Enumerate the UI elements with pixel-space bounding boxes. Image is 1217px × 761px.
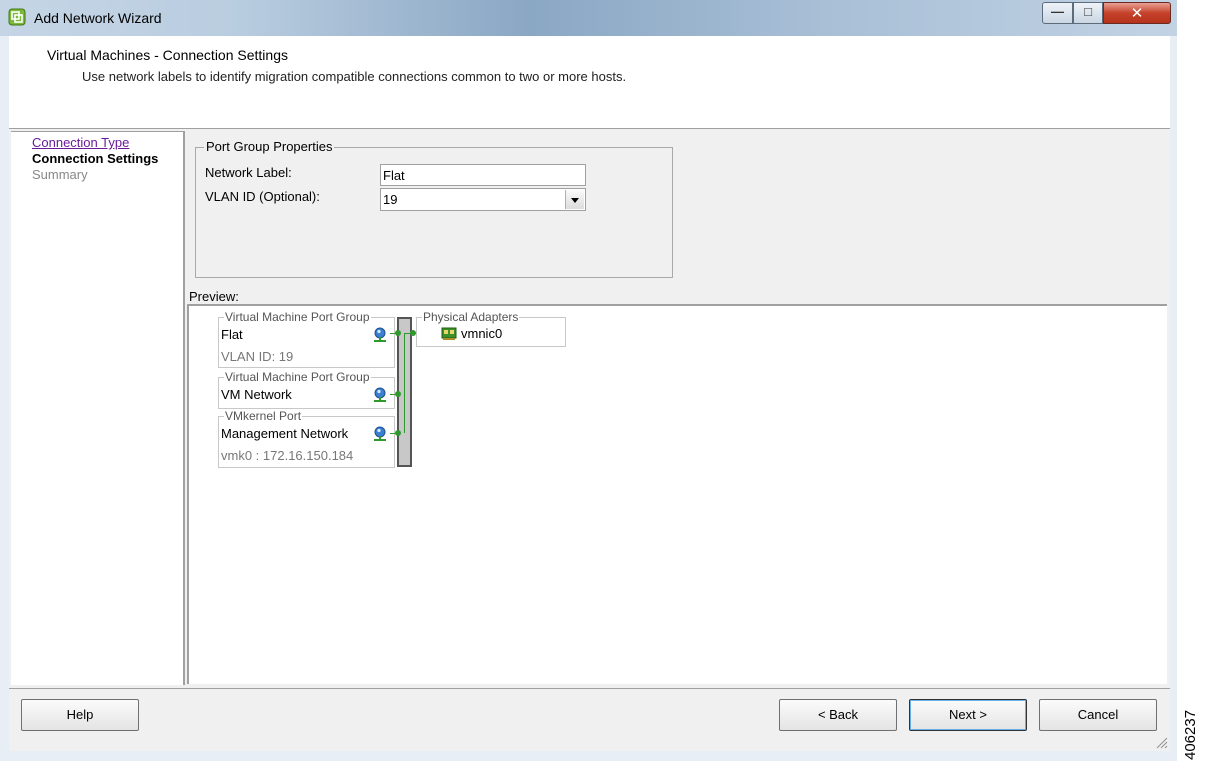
vmkernel-port-caption: VMkernel Port <box>224 409 303 423</box>
physical-nic-icon <box>441 327 457 340</box>
vlan-id-value: 19 <box>383 192 398 207</box>
vmkernel-port-name: Management Network <box>221 426 349 441</box>
physical-adapters-caption: Physical Adapters <box>422 310 520 324</box>
nav-step-connection-type[interactable]: Connection Type <box>32 135 129 150</box>
connection-dot <box>395 391 401 397</box>
port-group-properties-title: Port Group Properties <box>204 139 335 154</box>
connection-dot <box>395 330 401 336</box>
preview-label: Preview: <box>189 289 239 304</box>
close-button[interactable]: ✕ <box>1103 2 1171 24</box>
connection-dot <box>395 430 401 436</box>
vlan-id-combobox[interactable]: 19 <box>380 188 586 211</box>
port-group-box: Virtual Machine Port Group VM Network <box>218 370 395 409</box>
cancel-button[interactable]: Cancel <box>1039 699 1157 731</box>
physical-adapter-vmnic0: vmnic0 <box>461 326 503 341</box>
network-label-input[interactable]: Flat <box>380 164 586 186</box>
port-group-icon <box>374 327 386 342</box>
physical-adapters-box: Physical Adapters vmnic0 <box>416 310 566 347</box>
port-group-detail: VLAN ID: 19 <box>221 349 294 364</box>
preview-panel: Virtual Machine Port Group Flat VLAN ID:… <box>187 304 1167 684</box>
page-subtitle: Use network labels to identify migration… <box>82 69 627 84</box>
port-group-name: Flat <box>221 327 243 342</box>
wizard-steps-nav: Connection Type Connection Settings Summ… <box>11 131 185 685</box>
nav-step-connection-settings: Connection Settings <box>32 151 159 166</box>
port-group-icon <box>374 387 386 402</box>
wire <box>404 333 405 433</box>
dropdown-arrow-icon[interactable] <box>565 190 584 209</box>
network-label-caption: Network Label: <box>205 165 292 180</box>
wizard-header: Virtual Machines - Connection Settings U… <box>9 36 1170 129</box>
wizard-window: Add Network Wizard — □ ✕ Virtual Machine… <box>0 0 1177 761</box>
port-group-caption: Virtual Machine Port Group <box>224 370 371 384</box>
title-bar[interactable]: Add Network Wizard — □ ✕ <box>0 0 1177 36</box>
close-icon: ✕ <box>1130 5 1144 22</box>
vsphere-app-icon <box>8 8 26 26</box>
minimize-button[interactable]: — <box>1042 2 1073 24</box>
window-title: Add Network Wizard <box>34 10 162 26</box>
back-button[interactable]: < Back <box>779 699 897 731</box>
nav-step-summary: Summary <box>32 167 88 182</box>
port-group-name: VM Network <box>221 387 292 402</box>
port-group-caption: Virtual Machine Port Group <box>224 310 371 324</box>
footer-separator <box>9 688 1170 689</box>
port-group-icon <box>374 426 386 441</box>
resize-grip-icon[interactable] <box>1156 737 1168 749</box>
port-group-box: Virtual Machine Port Group Flat VLAN ID:… <box>218 310 395 368</box>
vmkernel-port-detail: vmk0 : 172.16.150.184 <box>221 448 354 463</box>
help-button[interactable]: Help <box>21 699 139 731</box>
figure-id-label: 406237 <box>1182 709 1199 760</box>
vlan-id-caption: VLAN ID (Optional): <box>205 189 320 204</box>
wizard-client-area: Virtual Machines - Connection Settings U… <box>9 36 1170 751</box>
vmkernel-port-box: VMkernel Port Management Network vmk0 : … <box>218 409 395 468</box>
next-button[interactable]: Next > <box>909 699 1027 731</box>
page-title: Virtual Machines - Connection Settings <box>47 47 288 63</box>
maximize-button[interactable]: □ <box>1073 2 1103 24</box>
minimize-icon: — <box>1051 4 1064 19</box>
maximize-icon: □ <box>1084 4 1092 19</box>
port-group-properties: Port Group Properties Network Label: Fla… <box>195 139 673 278</box>
